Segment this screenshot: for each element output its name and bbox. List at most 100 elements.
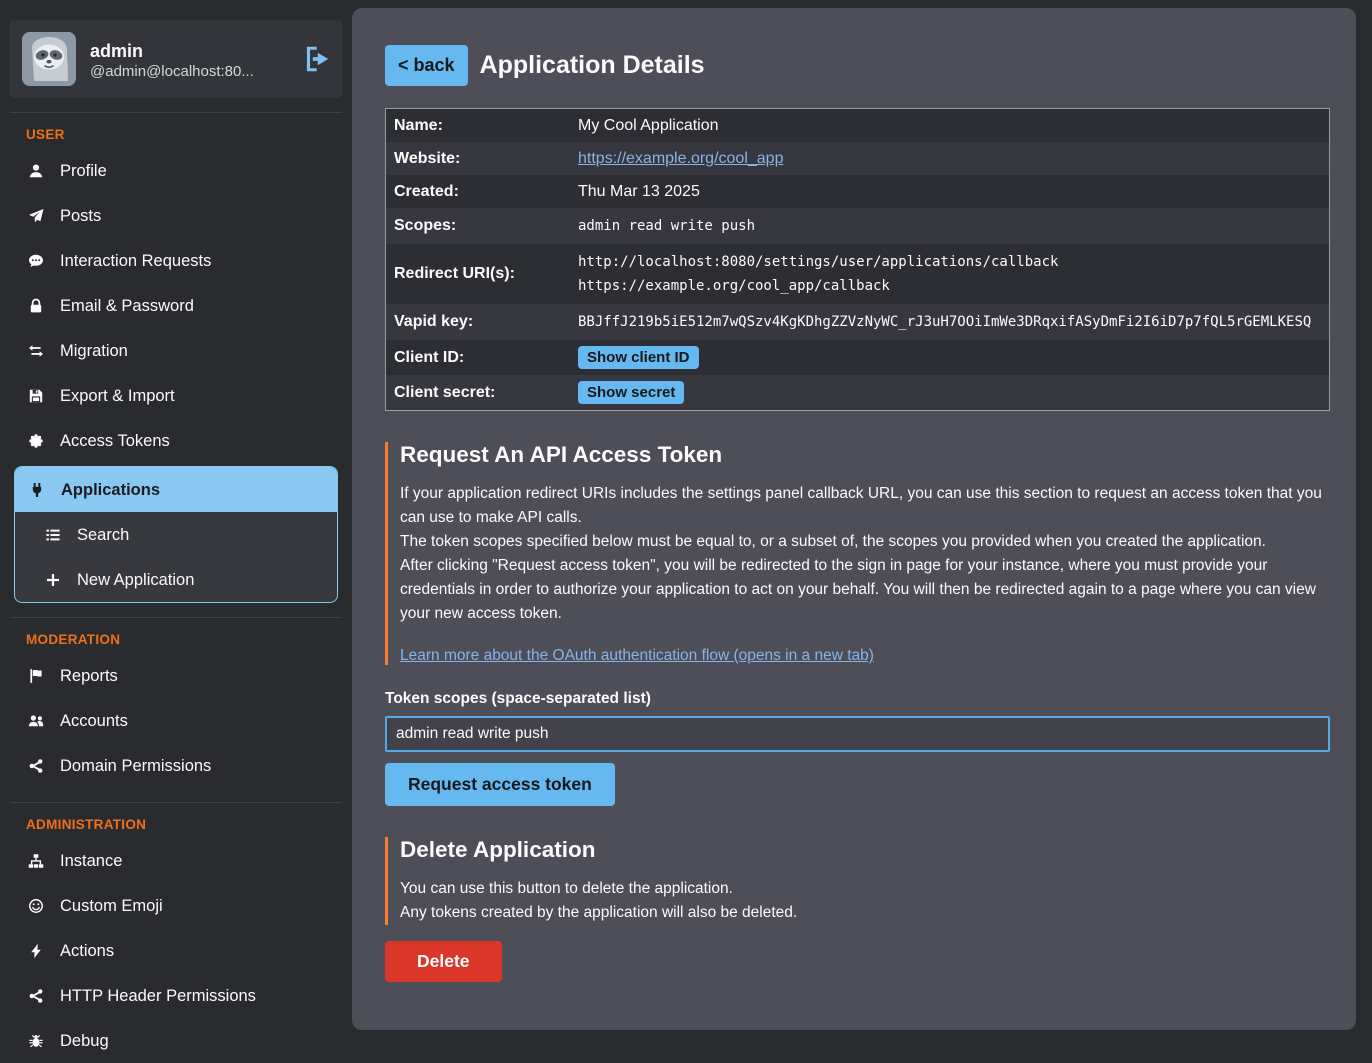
sidebar-item-label: Export & Import — [60, 386, 175, 406]
delete-application-heading: Delete Application — [400, 837, 1330, 863]
smile-icon — [26, 898, 45, 914]
sidebar-item-label: Interaction Requests — [60, 251, 211, 271]
header-row: < back Application Details — [385, 45, 1330, 86]
sidebar-item-label: Applications — [61, 480, 160, 500]
token-scopes-input[interactable] — [385, 716, 1330, 752]
user-name: admin — [90, 39, 254, 63]
share-nodes-icon — [26, 758, 45, 774]
sidebar-item-label: Instance — [60, 851, 122, 871]
sidebar-item-applications-search[interactable]: Search — [15, 512, 337, 557]
request-token-para-2: The token scopes specified below must be… — [400, 530, 1330, 554]
scopes-value: admin read write push — [570, 208, 1329, 244]
details-row-name: Name: My Cool Application — [386, 109, 1329, 142]
certificate-icon — [26, 433, 45, 449]
user-handle: @admin@localhost:80... — [90, 63, 254, 80]
sidebar-item-accounts[interactable]: Accounts — [0, 698, 352, 743]
details-row-created: Created: Thu Mar 13 2025 — [386, 175, 1329, 208]
sidebar-item-label: Posts — [60, 206, 101, 226]
sidebar-item-label: Actions — [60, 941, 114, 961]
row-label: Website: — [386, 144, 570, 174]
sidebar-item-label: New Application — [77, 570, 194, 590]
sidebar-item-instance[interactable]: Instance — [0, 838, 352, 883]
details-row-website: Website: https://example.org/cool_app — [386, 142, 1329, 175]
bolt-icon — [26, 943, 45, 959]
flag-icon — [26, 668, 45, 684]
comment-icon — [26, 253, 45, 269]
sidebar-section-user: USER — [26, 127, 352, 142]
paper-plane-icon — [26, 208, 45, 224]
details-row-scopes: Scopes: admin read write push — [386, 208, 1329, 244]
user-names: admin @admin@localhost:80... — [90, 39, 254, 80]
sidebar-item-label: Email & Password — [60, 296, 194, 316]
sidebar-item-migration[interactable]: Migration — [0, 328, 352, 373]
plug-icon — [27, 482, 46, 498]
sidebar-item-actions[interactable]: Actions — [0, 928, 352, 973]
sidebar: admin @admin@localhost:80... USER Profil… — [0, 0, 352, 1041]
sidebar-item-profile[interactable]: Profile — [0, 148, 352, 193]
row-label: Redirect URI(s): — [386, 259, 570, 289]
sidebar-item-label: Domain Permissions — [60, 756, 211, 776]
application-details-table: Name: My Cool Application Website: https… — [385, 108, 1330, 411]
oauth-docs-link[interactable]: Learn more about the OAuth authenticatio… — [400, 647, 874, 665]
divider — [10, 802, 342, 803]
row-label: Scopes: — [386, 211, 570, 241]
applications-group: Applications Search New Application — [14, 466, 338, 603]
delete-application-section: Delete Application You can use this butt… — [385, 837, 1330, 925]
floppy-disk-icon — [26, 388, 45, 404]
avatar — [22, 32, 76, 86]
row-label: Created: — [386, 177, 570, 207]
sitemap-icon — [26, 853, 45, 869]
page-title: Application Details — [480, 51, 705, 80]
sidebar-section-moderation: MODERATION — [26, 632, 352, 647]
sloth-avatar-icon — [22, 32, 76, 86]
sidebar-item-applications[interactable]: Applications — [15, 467, 337, 512]
list-icon — [43, 527, 62, 543]
sidebar-item-label: HTTP Header Permissions — [60, 986, 256, 1006]
user-icon — [26, 163, 45, 179]
share-nodes-icon — [26, 988, 45, 1004]
details-row-vapid-key: Vapid key: BBJffJ219b5iE512m7wQSzv4KgKDh… — [386, 304, 1329, 340]
sidebar-item-label: Reports — [60, 666, 118, 686]
request-token-para-1: If your application redirect URIs includ… — [400, 482, 1330, 530]
details-row-client-secret: Client secret: Show secret — [386, 375, 1329, 410]
show-client-id-button[interactable]: Show client ID — [578, 346, 699, 369]
request-token-heading: Request An API Access Token — [400, 442, 1330, 468]
show-secret-button[interactable]: Show secret — [578, 381, 684, 404]
sign-out-icon[interactable] — [302, 45, 330, 73]
sidebar-item-label: Search — [77, 525, 129, 545]
plus-icon — [43, 572, 62, 588]
sidebar-item-export-import[interactable]: Export & Import — [0, 373, 352, 418]
sidebar-item-access-tokens[interactable]: Access Tokens — [0, 418, 352, 463]
users-icon — [26, 713, 45, 729]
row-label: Name: — [386, 111, 570, 141]
request-token-para-3: After clicking "Request access token", y… — [400, 554, 1330, 626]
sidebar-item-domain-permissions[interactable]: Domain Permissions — [0, 743, 352, 788]
row-label: Client ID: — [386, 343, 570, 373]
sidebar-item-posts[interactable]: Posts — [0, 193, 352, 238]
details-row-client-id: Client ID: Show client ID — [386, 340, 1329, 375]
sidebar-item-applications-new[interactable]: New Application — [15, 557, 337, 602]
sidebar-section-administration: ADMINISTRATION — [26, 817, 352, 832]
redirect-uri-2: https://example.org/cool_app/callback — [578, 274, 1321, 298]
redirect-uri-1: http://localhost:8080/settings/user/appl… — [578, 250, 1321, 274]
user-card[interactable]: admin @admin@localhost:80... — [10, 20, 342, 98]
back-button[interactable]: < back — [385, 45, 468, 86]
website-link[interactable]: https://example.org/cool_app — [578, 150, 783, 167]
sidebar-item-label: Access Tokens — [60, 431, 170, 451]
application-name-value: My Cool Application — [570, 111, 1329, 141]
lock-icon — [26, 298, 45, 314]
created-value: Thu Mar 13 2025 — [570, 177, 1329, 207]
token-scopes-label: Token scopes (space-separated list) — [385, 690, 1330, 708]
sidebar-item-interaction-requests[interactable]: Interaction Requests — [0, 238, 352, 283]
divider — [10, 112, 342, 113]
request-access-token-button[interactable]: Request access token — [385, 763, 615, 806]
sidebar-item-reports[interactable]: Reports — [0, 653, 352, 698]
sidebar-item-label: Profile — [60, 161, 107, 181]
sidebar-item-http-header-permissions[interactable]: HTTP Header Permissions — [0, 973, 352, 1018]
sidebar-item-email-password[interactable]: Email & Password — [0, 283, 352, 328]
row-label: Vapid key: — [386, 307, 570, 337]
delete-line-1: You can use this button to delete the ap… — [400, 877, 1330, 901]
sidebar-item-custom-emoji[interactable]: Custom Emoji — [0, 883, 352, 928]
vapid-key-value: BBJffJ219b5iE512m7wQSzv4KgKDhgZZVzNyWC_r… — [570, 304, 1329, 340]
delete-button[interactable]: Delete — [385, 941, 502, 982]
